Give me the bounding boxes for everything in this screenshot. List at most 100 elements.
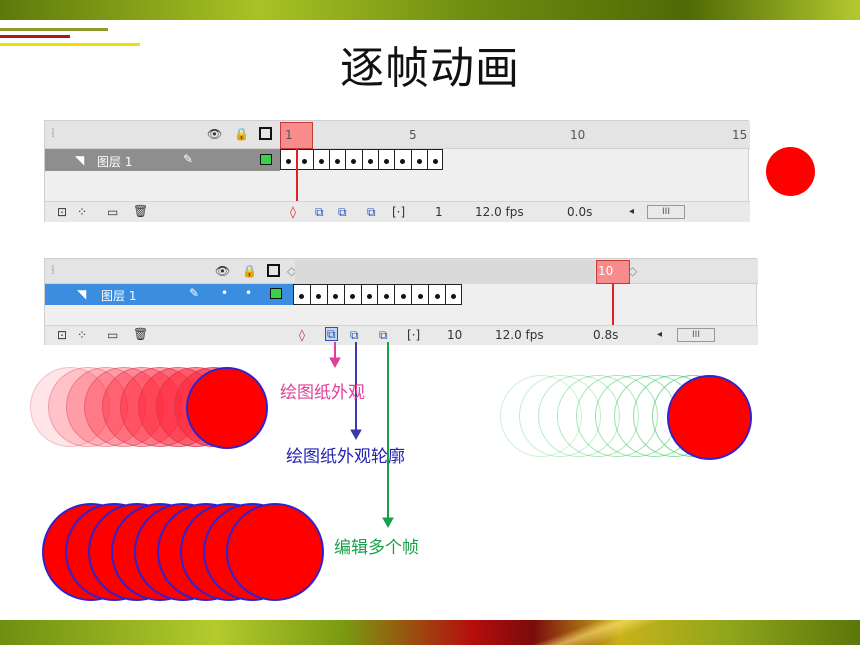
keyframe-dot-icon bbox=[335, 159, 341, 164]
playhead-line bbox=[296, 149, 298, 201]
pink-arrow bbox=[329, 342, 341, 369]
keyframe-cell[interactable] bbox=[410, 149, 427, 170]
keyframe-cell[interactable] bbox=[411, 284, 429, 305]
keyframe-dot-icon bbox=[302, 159, 308, 164]
visibility-dot-icon[interactable]: • bbox=[221, 287, 228, 299]
frame-strip[interactable] bbox=[280, 149, 444, 170]
keyframe-dot-icon bbox=[416, 159, 422, 164]
trash-icon[interactable]: 🗑 bbox=[133, 205, 148, 217]
keyframe-dot-icon bbox=[384, 159, 390, 164]
timeline-header bbox=[45, 121, 750, 149]
frame-rate[interactable]: 12.0 fps bbox=[495, 328, 544, 342]
onion-markers-icon[interactable]: [·] bbox=[392, 206, 405, 218]
keyframe-dot-icon bbox=[333, 294, 339, 299]
keyframe-cell[interactable] bbox=[309, 284, 327, 305]
motion-guide-icon[interactable]: ⁘ bbox=[77, 329, 87, 341]
onion-skin-icon[interactable]: ⧉ bbox=[325, 327, 338, 341]
keyframe-cell[interactable] bbox=[328, 149, 346, 170]
top-decor-band bbox=[0, 0, 860, 20]
elapsed-time: 0.8s bbox=[593, 328, 619, 342]
keyframe-cell[interactable] bbox=[445, 284, 462, 305]
keyframe-cell[interactable] bbox=[377, 284, 395, 305]
keyframe-cell[interactable] bbox=[326, 284, 344, 305]
folder-icon[interactable]: ▭ bbox=[107, 329, 118, 341]
current-frame: 10 bbox=[447, 328, 463, 342]
keyframe-dot-icon bbox=[432, 159, 438, 164]
keyframe-cell[interactable] bbox=[426, 149, 444, 170]
keyframe-dot-icon bbox=[350, 294, 356, 299]
trash-icon[interactable]: 🗑 bbox=[133, 328, 148, 340]
layer-icon: ◥ bbox=[75, 153, 85, 167]
scroll-left-icon[interactable]: ◂ bbox=[657, 330, 662, 340]
edit-multiple-frames-label: 编辑多个帧 bbox=[334, 538, 419, 558]
keyframe-cell[interactable] bbox=[361, 149, 378, 170]
onion-skin-icon[interactable]: ⧉ bbox=[315, 206, 324, 218]
edit-multiple-frames-icon[interactable]: ⧉ bbox=[379, 329, 388, 341]
ruler-label: 1 bbox=[285, 128, 293, 142]
circle-frame bbox=[667, 375, 752, 460]
green-arrow bbox=[382, 342, 394, 529]
keyframe-cell[interactable] bbox=[394, 149, 411, 170]
pencil-icon[interactable]: ✎ bbox=[189, 287, 199, 299]
keyframe-dot-icon bbox=[318, 159, 324, 164]
keyframe-dot-icon bbox=[367, 294, 372, 299]
scroll-left-icon[interactable]: ◂ bbox=[629, 207, 634, 217]
keyframe-dot-icon bbox=[299, 294, 305, 299]
ruler-label: 15 bbox=[732, 128, 748, 142]
keyframe-cell[interactable] bbox=[343, 284, 361, 305]
red-circle bbox=[766, 147, 815, 196]
decor-line-olive bbox=[0, 28, 108, 31]
outline-square-icon[interactable] bbox=[259, 127, 272, 140]
folder-icon[interactable]: ▭ bbox=[107, 206, 118, 218]
frame-rate[interactable]: 12.0 fps bbox=[475, 205, 524, 219]
grip-icon[interactable]: ⁞ bbox=[51, 127, 55, 139]
keyframe-cell[interactable] bbox=[394, 284, 412, 305]
grip-icon[interactable]: ⁞ bbox=[51, 264, 55, 276]
keyframe-dot-icon bbox=[450, 294, 456, 299]
horizontal-scrollbar[interactable]: III bbox=[677, 328, 715, 342]
current-frame: 1 bbox=[435, 205, 443, 219]
horizontal-scrollbar[interactable]: III bbox=[647, 205, 685, 219]
elapsed-time: 0.0s bbox=[567, 205, 593, 219]
layer-color-swatch[interactable] bbox=[270, 288, 282, 299]
keyframe-cell[interactable] bbox=[377, 149, 395, 170]
layer-icon: ◥ bbox=[77, 287, 87, 301]
lock-icon[interactable]: 🔒 bbox=[234, 128, 249, 140]
onion-outline-icon[interactable]: ⧉ bbox=[350, 329, 359, 341]
onion-markers-icon[interactable]: [·] bbox=[407, 329, 420, 341]
keyframe-cell[interactable] bbox=[360, 284, 378, 305]
keyframe-cell[interactable] bbox=[280, 149, 297, 170]
keyframe-cell[interactable] bbox=[345, 149, 362, 170]
lock-dot-icon[interactable]: • bbox=[245, 287, 252, 299]
keyframe-cell[interactable] bbox=[293, 284, 310, 305]
keyframe-dot-icon bbox=[400, 294, 406, 299]
keyframe-dot-icon bbox=[316, 294, 322, 299]
eye-icon[interactable]: 👁 bbox=[207, 128, 222, 140]
layer-name[interactable]: 图层 1 bbox=[97, 153, 132, 170]
layer-color-swatch[interactable] bbox=[260, 154, 272, 165]
layer-name[interactable]: 图层 1 bbox=[101, 287, 136, 304]
frame-strip[interactable] bbox=[293, 284, 462, 305]
keyframe-dot-icon bbox=[400, 159, 406, 164]
lock-icon[interactable]: 🔒 bbox=[242, 265, 257, 277]
center-frame-icon[interactable]: ◊ bbox=[290, 206, 296, 218]
keyframe-cell[interactable] bbox=[428, 284, 446, 305]
keyframe-dot-icon bbox=[367, 159, 373, 164]
outline-square-icon[interactable] bbox=[267, 264, 280, 277]
onion-end-marker-icon[interactable]: ◇ bbox=[628, 265, 637, 277]
motion-guide-icon[interactable]: ⁘ bbox=[77, 206, 87, 218]
pencil-icon[interactable]: ✎ bbox=[183, 153, 193, 165]
new-layer-icon[interactable]: ⊡ bbox=[57, 329, 67, 341]
center-frame-icon[interactable]: ◊ bbox=[299, 329, 305, 341]
onion-outline-icon[interactable]: ⧉ bbox=[338, 206, 347, 218]
keyframe-dot-icon bbox=[383, 294, 389, 299]
keyframe-cell[interactable] bbox=[312, 149, 329, 170]
timeline-panel-top: ⁞ 👁 🔒 1 5 10 15 ◥ 图层 1 ✎ ⊡ ⁘ ▭ 🗑 ◊ ⧉ ⧉ ⧉… bbox=[44, 120, 750, 222]
new-layer-icon[interactable]: ⊡ bbox=[57, 206, 67, 218]
keyframe-cell[interactable] bbox=[296, 149, 313, 170]
circle-frame bbox=[226, 503, 324, 601]
onion-range-shading bbox=[295, 260, 595, 284]
edit-multiple-frames-icon[interactable]: ⧉ bbox=[367, 206, 376, 218]
eye-icon[interactable]: 👁 bbox=[215, 265, 230, 277]
playhead-line bbox=[612, 284, 614, 329]
